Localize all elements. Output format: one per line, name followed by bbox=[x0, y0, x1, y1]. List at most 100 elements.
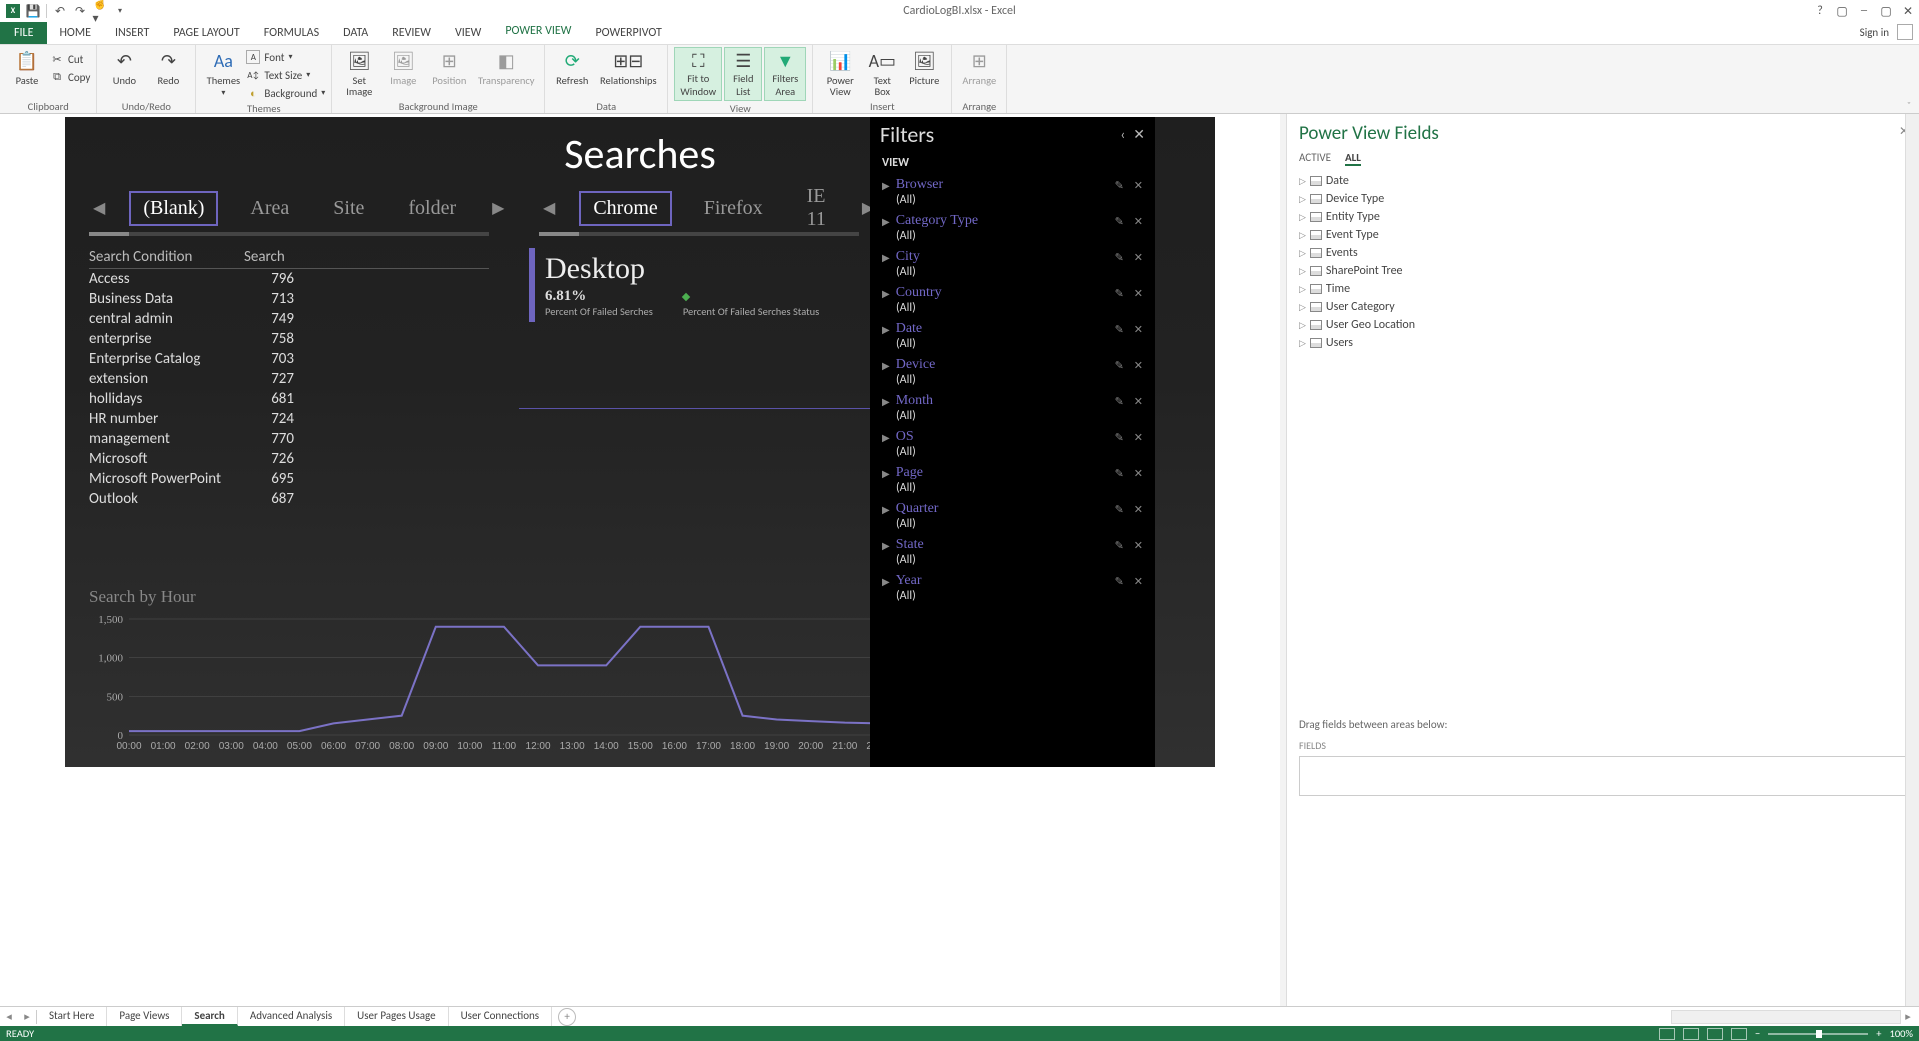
table-row[interactable]: Microsoft PowerPoint695 bbox=[89, 469, 489, 489]
search-table[interactable]: Search Condition Search Access796Busines… bbox=[89, 248, 489, 505]
data-tab[interactable]: DATA bbox=[331, 22, 380, 44]
expand-icon[interactable]: ▶ bbox=[882, 323, 890, 336]
table-row[interactable]: Outlook687 bbox=[89, 489, 489, 505]
left-tab-area[interactable]: Area bbox=[238, 193, 301, 224]
left-scrollbar[interactable] bbox=[89, 232, 489, 236]
right-scrollbar[interactable] bbox=[539, 232, 859, 236]
view-page-break-icon[interactable] bbox=[1707, 1028, 1723, 1040]
left-next-icon[interactable]: ▶ bbox=[488, 198, 508, 218]
arrange-button[interactable]: ⊞Arrange bbox=[958, 47, 1000, 99]
right-prev-icon[interactable]: ◀ bbox=[539, 198, 559, 218]
cut-button[interactable]: ✂Cut bbox=[50, 51, 90, 67]
search-by-hour-chart[interactable]: Search by Hour 05001,0001,50000:0001:000… bbox=[89, 587, 919, 758]
field-item[interactable]: ▷Event Type bbox=[1299, 226, 1907, 244]
expand-icon[interactable]: ▶ bbox=[882, 251, 890, 264]
sheet-tab[interactable]: User Connections bbox=[449, 1007, 553, 1026]
left-tab-blank[interactable]: (Blank) bbox=[129, 191, 218, 226]
expand-icon[interactable]: ▷ bbox=[1299, 302, 1306, 313]
touch-mode-icon[interactable]: ☝▾ bbox=[93, 4, 107, 18]
fields-tab-active[interactable]: ACTIVE bbox=[1299, 151, 1331, 166]
refresh-button[interactable]: ⟳Refresh bbox=[551, 47, 593, 99]
device-card[interactable]: Desktop 6.81% Percent Of Failed Serches … bbox=[529, 248, 869, 322]
close-icon[interactable]: ✕ bbox=[1901, 4, 1915, 18]
expand-icon[interactable]: ▷ bbox=[1299, 248, 1306, 259]
zoom-out-icon[interactable]: − bbox=[1755, 1027, 1760, 1040]
filter-clear-icon[interactable]: ✕ bbox=[1134, 215, 1143, 228]
expand-icon[interactable]: ▶ bbox=[882, 467, 890, 480]
transparency-button[interactable]: ◧Transparency bbox=[474, 47, 538, 99]
table-row[interactable]: management770 bbox=[89, 429, 489, 449]
filter-clear-icon[interactable]: ✕ bbox=[1134, 179, 1143, 192]
copy-button[interactable]: ⧉Copy bbox=[50, 69, 90, 85]
left-tab-folder[interactable]: folder bbox=[396, 193, 468, 224]
sheet-tab[interactable]: Page Views bbox=[107, 1007, 182, 1026]
zoom-level[interactable]: 100% bbox=[1890, 1027, 1913, 1040]
image-button[interactable]: 🖼Image bbox=[382, 47, 424, 99]
minimize-icon[interactable]: ─ bbox=[1857, 4, 1871, 18]
fields-tab-all[interactable]: ALL bbox=[1345, 151, 1361, 166]
filter-item[interactable]: ▶Country✎✕(All) bbox=[870, 282, 1155, 318]
expand-icon[interactable]: ▶ bbox=[882, 287, 890, 300]
right-tab-ie11[interactable]: IE 11 bbox=[795, 181, 838, 235]
filter-mode-icon[interactable]: ✎ bbox=[1115, 251, 1124, 264]
textsize-button[interactable]: A↕Text Size▾ bbox=[246, 67, 325, 83]
filter-clear-icon[interactable]: ✕ bbox=[1134, 467, 1143, 480]
table-row[interactable]: enterprise758 bbox=[89, 329, 489, 349]
sheet-tab[interactable]: Search bbox=[182, 1007, 237, 1026]
home-tab[interactable]: HOME bbox=[47, 22, 103, 44]
filter-clear-icon[interactable]: ✕ bbox=[1134, 323, 1143, 336]
sign-in-link[interactable]: Sign in bbox=[1860, 26, 1889, 39]
collapse-ribbon-icon[interactable]: ˇ bbox=[1903, 99, 1915, 111]
filter-mode-icon[interactable]: ✎ bbox=[1115, 215, 1124, 228]
left-tab-site[interactable]: Site bbox=[321, 193, 376, 224]
expand-icon[interactable]: ▶ bbox=[882, 503, 890, 516]
view-custom-icon[interactable] bbox=[1731, 1028, 1747, 1040]
expand-icon[interactable]: ▷ bbox=[1299, 338, 1306, 349]
filter-item[interactable]: ▶Month✎✕(All) bbox=[870, 390, 1155, 426]
set-image-button[interactable]: 🖼Set Image bbox=[338, 47, 380, 99]
maximize-icon[interactable]: ▢ bbox=[1879, 4, 1893, 18]
background-button[interactable]: ◐Background▾ bbox=[246, 85, 325, 101]
sheet-tab[interactable]: Start Here bbox=[37, 1007, 107, 1026]
review-tab[interactable]: REVIEW bbox=[380, 22, 443, 44]
table-row[interactable]: Microsoft726 bbox=[89, 449, 489, 469]
fields-drop-area[interactable] bbox=[1299, 756, 1907, 796]
filter-mode-icon[interactable]: ✎ bbox=[1115, 467, 1124, 480]
table-row[interactable]: HR number724 bbox=[89, 409, 489, 429]
filter-clear-icon[interactable]: ✕ bbox=[1134, 575, 1143, 588]
formulas-tab[interactable]: FORMULAS bbox=[252, 22, 331, 44]
sheet-tab[interactable]: Advanced Analysis bbox=[238, 1007, 345, 1026]
font-button[interactable]: AFont▾ bbox=[246, 49, 325, 65]
filters-collapse-icon[interactable]: ‹ bbox=[1121, 126, 1126, 143]
table-row[interactable]: Access796 bbox=[89, 269, 489, 289]
zoom-in-icon[interactable]: + bbox=[1876, 1027, 1881, 1040]
redo-button[interactable]: ↷Redo bbox=[147, 47, 189, 99]
filter-item[interactable]: ▶State✎✕(All) bbox=[870, 534, 1155, 570]
expand-icon[interactable]: ▷ bbox=[1299, 320, 1306, 331]
left-prev-icon[interactable]: ◀ bbox=[89, 198, 109, 218]
field-item[interactable]: ▷Events bbox=[1299, 244, 1907, 262]
save-icon[interactable]: 💾 bbox=[26, 4, 40, 18]
table-row[interactable]: hollidays681 bbox=[89, 389, 489, 409]
field-item[interactable]: ▷Device Type bbox=[1299, 190, 1907, 208]
ribbon-display-icon[interactable]: ▢ bbox=[1835, 4, 1849, 18]
table-row[interactable]: central admin749 bbox=[89, 309, 489, 329]
file-tab[interactable]: FILE bbox=[0, 22, 47, 44]
undo-button[interactable]: ↶Undo bbox=[103, 47, 145, 99]
filter-item[interactable]: ▶Device✎✕(All) bbox=[870, 354, 1155, 390]
field-item[interactable]: ▷SharePoint Tree bbox=[1299, 262, 1907, 280]
filter-clear-icon[interactable]: ✕ bbox=[1134, 287, 1143, 300]
expand-icon[interactable]: ▶ bbox=[882, 395, 890, 408]
filter-clear-icon[interactable]: ✕ bbox=[1134, 395, 1143, 408]
sheet-hscroll[interactable] bbox=[1671, 1010, 1901, 1024]
paste-button[interactable]: 📋 Paste bbox=[6, 47, 48, 99]
expand-icon[interactable]: ▷ bbox=[1299, 284, 1306, 295]
filter-mode-icon[interactable]: ✎ bbox=[1115, 323, 1124, 336]
table-row[interactable]: extension727 bbox=[89, 369, 489, 389]
filter-mode-icon[interactable]: ✎ bbox=[1115, 431, 1124, 444]
filter-mode-icon[interactable]: ✎ bbox=[1115, 575, 1124, 588]
field-item[interactable]: ▷Date bbox=[1299, 172, 1907, 190]
fit-to-window-button[interactable]: ⛶Fit to Window bbox=[674, 47, 722, 101]
expand-icon[interactable]: ▷ bbox=[1299, 230, 1306, 241]
field-item[interactable]: ▷Time bbox=[1299, 280, 1907, 298]
